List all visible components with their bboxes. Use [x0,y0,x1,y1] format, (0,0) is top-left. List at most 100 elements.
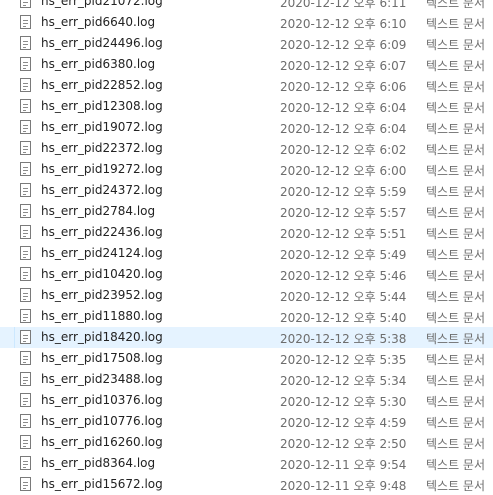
file-name: hs_err_pid22852.log [41,78,163,92]
file-date: 2020-12-12 오후 5:57 [280,206,407,220]
text-document-icon [20,183,31,197]
text-document-icon [20,456,31,470]
file-row[interactable]: hs_err_pid23488.log 2020-12-12 오후 5:34 텍스트… [0,369,493,390]
file-row[interactable]: hs_err_pid22436.log 2020-12-12 오후 5:51 텍스트… [0,222,493,243]
file-date: 2020-12-12 오후 6:02 [280,143,407,157]
file-type: 텍스트 문서 [426,479,486,493]
text-document-icon [20,162,31,176]
file-date: 2020-12-11 오후 9:48 [280,479,407,493]
file-row[interactable]: hs_err_pid8364.log 2020-12-11 오후 9:54 텍스트 … [0,453,493,474]
file-name: hs_err_pid22372.log [41,141,163,155]
file-row[interactable]: hs_err_pid21072.log 2020-12-12 오후 6:11 텍스트… [0,0,493,12]
file-type: 텍스트 문서 [426,353,486,367]
file-name: hs_err_pid19072.log [41,120,163,134]
text-document-icon [20,78,31,92]
file-row[interactable]: hs_err_pid24496.log 2020-12-12 오후 6:09 텍스트… [0,33,493,54]
file-name: hs_err_pid17508.log [41,351,163,365]
file-row[interactable]: hs_err_pid16260.log 2020-12-12 오후 2:50 텍스트… [0,432,493,453]
file-name: hs_err_pid6640.log [41,15,156,29]
file-row[interactable]: hs_err_pid11880.log 2020-12-12 오후 5:40 텍스트… [0,306,493,327]
file-type: 텍스트 문서 [426,206,486,220]
file-date: 2020-12-12 오후 5:34 [280,374,407,388]
file-type: 텍스트 문서 [426,458,486,472]
text-document-icon [20,15,31,29]
file-name: hs_err_pid2784.log [41,204,156,218]
file-date: 2020-12-12 오후 5:38 [280,332,407,346]
file-date: 2020-12-12 오후 6:10 [280,17,407,31]
file-name: hs_err_pid16260.log [41,435,163,449]
file-type: 텍스트 문서 [426,290,486,304]
file-date: 2020-12-12 오후 6:04 [280,101,407,115]
file-name: hs_err_pid8364.log [41,456,156,470]
file-name: hs_err_pid12308.log [41,99,163,113]
file-type: 텍스트 문서 [426,38,486,52]
file-name: hs_err_pid15672.log [41,477,163,491]
file-row[interactable]: hs_err_pid10376.log 2020-12-12 오후 5:30 텍스트… [0,390,493,411]
file-date: 2020-12-12 오후 6:00 [280,164,407,178]
file-date: 2020-12-12 오후 5:51 [280,227,407,241]
file-name: hs_err_pid10776.log [41,414,163,428]
text-document-icon [20,99,31,113]
file-name: hs_err_pid22436.log [41,225,163,239]
file-row[interactable]: hs_err_pid15672.log 2020-12-11 오후 9:48 텍스트… [0,474,493,495]
text-document-icon [20,120,31,134]
text-document-icon [20,204,31,218]
file-date: 2020-12-12 오후 5:49 [280,248,407,262]
file-date: 2020-12-12 오후 5:35 [280,353,407,367]
file-type: 텍스트 문서 [426,437,486,451]
text-document-icon [20,414,31,428]
file-date: 2020-12-12 오후 6:07 [280,59,407,73]
text-document-icon [20,330,31,344]
file-type: 텍스트 문서 [426,59,486,73]
file-row[interactable]: hs_err_pid10420.log 2020-12-12 오후 5:46 텍스트… [0,264,493,285]
file-row[interactable]: hs_err_pid17508.log 2020-12-12 오후 5:35 텍스트… [0,348,493,369]
text-document-icon [20,246,31,260]
file-type: 텍스트 문서 [426,311,486,325]
file-name: hs_err_pid21072.log [41,0,163,8]
file-type: 텍스트 문서 [426,269,486,283]
file-row[interactable]: hs_err_pid19272.log 2020-12-12 오후 6:00 텍스트… [0,159,493,180]
file-date: 2020-12-12 오후 6:04 [280,122,407,136]
file-name: hs_err_pid6380.log [41,57,156,71]
text-document-icon [20,288,31,302]
text-document-icon [20,57,31,71]
file-date: 2020-12-12 오후 6:09 [280,38,407,52]
file-row[interactable]: hs_err_pid2784.log 2020-12-12 오후 5:57 텍스트 … [0,201,493,222]
file-name: hs_err_pid23952.log [41,288,163,302]
file-type: 텍스트 문서 [426,395,486,409]
file-type: 텍스트 문서 [426,374,486,388]
file-date: 2020-12-12 오후 6:06 [280,80,407,94]
file-row[interactable]: hs_err_pid6380.log 2020-12-12 오후 6:07 텍스트 … [0,54,493,75]
text-document-icon [20,351,31,365]
file-date: 2020-12-12 오후 4:59 [280,416,407,430]
file-type: 텍스트 문서 [426,122,486,136]
file-type: 텍스트 문서 [426,332,486,346]
file-type: 텍스트 문서 [426,164,486,178]
file-row-hovered[interactable]: hs_err_pid18420.log 2020-12-12 오후 5:38 텍스트… [0,327,493,348]
file-date: 2020-12-12 오후 5:59 [280,185,407,199]
file-row[interactable]: hs_err_pid6640.log 2020-12-12 오후 6:10 텍스트 … [0,12,493,33]
file-name: hs_err_pid24124.log [41,246,163,260]
file-name: hs_err_pid18420.log [41,330,163,344]
file-type: 텍스트 문서 [426,17,486,31]
file-row[interactable]: hs_err_pid24372.log 2020-12-12 오후 5:59 텍스트… [0,180,493,201]
file-type: 텍스트 문서 [426,143,486,157]
text-document-icon [20,36,31,50]
file-row[interactable]: hs_err_pid23952.log 2020-12-12 오후 5:44 텍스트… [0,285,493,306]
file-row[interactable]: hs_err_pid22852.log 2020-12-12 오후 6:06 텍스트… [0,75,493,96]
file-row[interactable]: hs_err_pid24124.log 2020-12-12 오후 5:49 텍스트… [0,243,493,264]
text-document-icon [20,267,31,281]
file-type: 텍스트 문서 [426,227,486,241]
file-date: 2020-12-12 오후 6:11 [280,0,407,10]
file-row[interactable]: hs_err_pid22372.log 2020-12-12 오후 6:02 텍스트… [0,138,493,159]
file-row[interactable]: hs_err_pid10776.log 2020-12-12 오후 4:59 텍스트… [0,411,493,432]
file-type: 텍스트 문서 [426,80,486,94]
file-row[interactable]: hs_err_pid19072.log 2020-12-12 오후 6:04 텍스트… [0,117,493,138]
file-name: hs_err_pid11880.log [41,309,163,323]
file-name: hs_err_pid24496.log [41,36,163,50]
file-date: 2020-12-11 오후 9:54 [280,458,407,472]
file-row[interactable]: hs_err_pid12308.log 2020-12-12 오후 6:04 텍스트… [0,96,493,117]
file-name: hs_err_pid10420.log [41,267,163,281]
text-document-icon [20,225,31,239]
file-date: 2020-12-12 오후 2:50 [280,437,407,451]
